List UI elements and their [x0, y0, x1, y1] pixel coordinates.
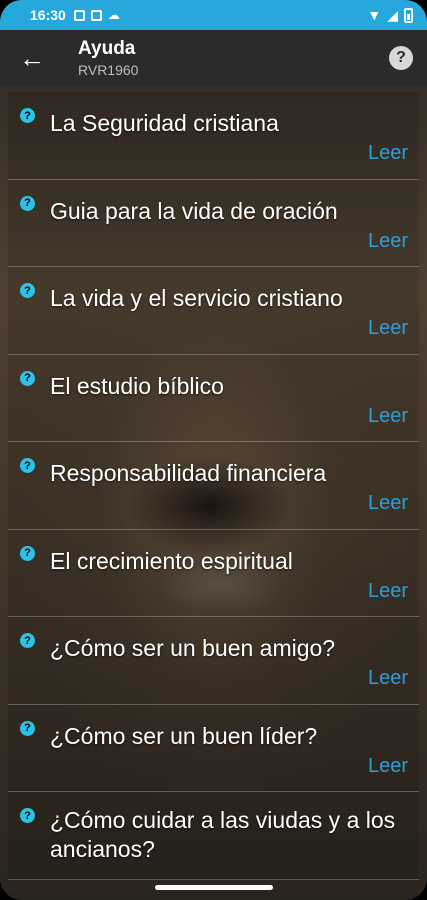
question-icon: ?	[20, 108, 35, 123]
question-icon: ?	[20, 283, 35, 298]
wifi-icon: ▼	[367, 7, 382, 23]
list-item[interactable]: ? La Seguridad cristiana Leer	[8, 92, 419, 180]
status-bar: 16:30 ☁ ▼ ◢	[0, 0, 427, 30]
question-icon: ?	[20, 195, 35, 211]
list-item[interactable]: ? Guia para la vida de oración Leer	[8, 179, 419, 267]
app-toolbar: ← Ayuda RVR1960 ?	[0, 30, 427, 86]
question-icon: ?	[20, 370, 35, 386]
list-item[interactable]: ? ¿Cómo ser un buen amigo? Leer	[8, 617, 419, 705]
item-title: ¿Cómo ser un buen amigo?	[50, 635, 336, 661]
page-subtitle: RVR1960	[78, 62, 139, 78]
item-title: ¿Cómo ser un buen líder?	[50, 722, 318, 749]
cloud-icon: ☁	[107, 8, 120, 22]
item-title: Responsabilidad financiera	[50, 460, 327, 486]
signal-icon: ◢	[387, 6, 398, 23]
battery-icon	[404, 7, 413, 23]
question-icon: ?	[20, 808, 35, 823]
read-link[interactable]: Leer	[368, 142, 408, 165]
item-title: Guia para la vida de oración	[50, 197, 338, 224]
read-link[interactable]: Leer	[368, 230, 408, 253]
back-button[interactable]: ←	[0, 30, 64, 86]
phone-screen: 16:30 ☁ ▼ ◢ ← Ayuda RVR1960 ? ? La Segur…	[0, 0, 427, 900]
read-link[interactable]: Leer	[368, 755, 408, 778]
read-link[interactable]: Leer	[368, 667, 408, 690]
calendar-icon	[90, 9, 102, 21]
question-icon: ?	[20, 458, 35, 473]
read-link[interactable]: Leer	[368, 317, 408, 340]
arrow-back-icon: ←	[19, 42, 45, 73]
help-icon: ?	[396, 49, 406, 66]
sim-icon	[73, 9, 85, 21]
read-link[interactable]: Leer	[368, 580, 408, 603]
item-title: La vida y el servicio cristiano	[50, 285, 343, 311]
help-button[interactable]: ?	[389, 46, 413, 70]
list-item[interactable]: ? ¿Cómo ser un buen líder? Leer	[8, 704, 419, 792]
status-right-icons: ▼ ◢	[367, 7, 413, 24]
gesture-nav-handle[interactable]	[155, 885, 273, 890]
read-link[interactable]: Leer	[368, 492, 408, 515]
item-title: El crecimiento espiritual	[50, 547, 293, 574]
read-link[interactable]: Leer	[368, 405, 408, 428]
page-title: Ayuda	[78, 38, 136, 59]
list-item[interactable]: ? ¿Cómo cuidar a las viudas y a los anci…	[8, 792, 419, 880]
item-title: ¿Cómo cuidar a las viudas y a los ancian…	[50, 807, 396, 862]
list-item[interactable]: ? El estudio bíblico Leer	[8, 354, 419, 442]
list-item[interactable]: ? El crecimiento espiritual Leer	[8, 529, 419, 617]
toolbar-titles: Ayuda RVR1960	[78, 38, 138, 78]
question-icon: ?	[20, 720, 35, 736]
status-time: 16:30	[30, 7, 66, 23]
question-icon: ?	[20, 633, 35, 648]
list-item[interactable]: ? La vida y el servicio cristiano Leer	[8, 267, 419, 355]
question-icon: ?	[20, 545, 35, 561]
item-title: La Seguridad cristiana	[50, 110, 279, 136]
help-topics-list: ? La Seguridad cristiana Leer ? Guia par…	[8, 92, 419, 880]
list-item[interactable]: ? Responsabilidad financiera Leer	[8, 442, 419, 530]
item-title: El estudio bíblico	[50, 372, 224, 399]
